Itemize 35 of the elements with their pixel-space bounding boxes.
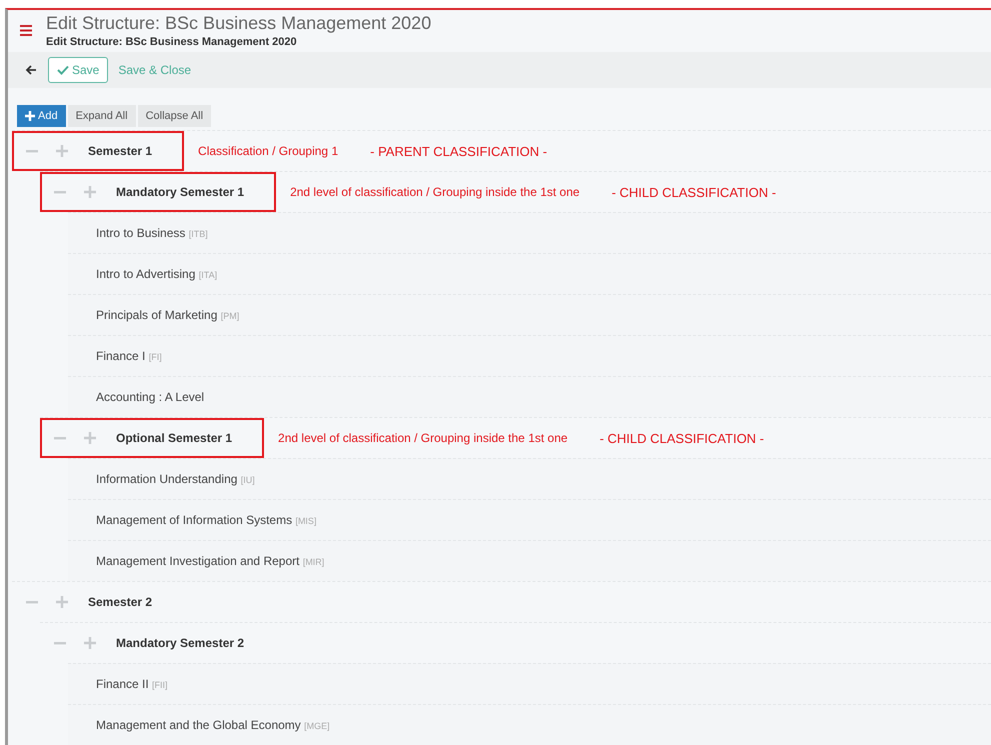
group-label[interactable]: Optional Semester 1: [116, 431, 232, 445]
module-item[interactable]: Management of Information Systems [MIS]: [96, 513, 316, 527]
expand-all-button[interactable]: Expand All: [68, 105, 136, 127]
group-label[interactable]: Semester 1: [88, 144, 152, 158]
annotation-note: 2nd level of classification / Grouping inside the 1st one: [278, 431, 568, 445]
module-item[interactable]: Accounting : A Level: [96, 390, 204, 404]
annotation-tag: - CHILD CLASSIFICATION -: [600, 430, 764, 446]
group-label[interactable]: Semester 2: [88, 595, 152, 609]
expand-icon[interactable]: [56, 596, 68, 608]
expand-icon[interactable]: [84, 637, 96, 649]
add-button[interactable]: Add: [17, 105, 66, 127]
module-item[interactable]: Principals of Marketing [PM]: [96, 308, 240, 322]
check-icon: [57, 65, 69, 75]
plus-icon: [25, 111, 35, 121]
collapse-all-button[interactable]: Collapse All: [138, 105, 212, 127]
module-item[interactable]: Finance I [FI]: [96, 349, 162, 363]
annotation-note: Classification / Grouping 1: [198, 144, 338, 158]
module-item[interactable]: Management and the Global Economy [MGE]: [96, 718, 330, 732]
group-label[interactable]: Mandatory Semester 1: [116, 185, 244, 199]
annotation-tag: - PARENT CLASSIFICATION -: [370, 144, 548, 158]
page-subtitle: Edit Structure: BSc Business Management 2020: [46, 36, 298, 48]
module-item[interactable]: Management Investigation and Report [MIR]: [96, 554, 324, 568]
module-item[interactable]: Information Understanding [IU]: [96, 472, 255, 486]
module-item[interactable]: Intro to Advertising [ITA]: [96, 267, 218, 281]
group-label[interactable]: Mandatory Semester 2: [116, 636, 244, 650]
annotation-tag: - CHILD CLASSIFICATION -: [612, 184, 776, 200]
expand-icon[interactable]: [56, 145, 68, 157]
back-button[interactable]: [24, 64, 38, 76]
menu-icon[interactable]: [20, 25, 32, 36]
page-title: Edit Structure: BSc Business Management 2020: [46, 13, 432, 34]
annotation-note: 2nd level of classification / Grouping inside the 1st one: [290, 185, 580, 199]
expand-icon[interactable]: [84, 432, 96, 444]
module-item[interactable]: Intro to Business [ITB]: [96, 226, 208, 240]
expand-icon[interactable]: [84, 186, 96, 198]
module-item[interactable]: Finance II [FII]: [96, 677, 168, 691]
